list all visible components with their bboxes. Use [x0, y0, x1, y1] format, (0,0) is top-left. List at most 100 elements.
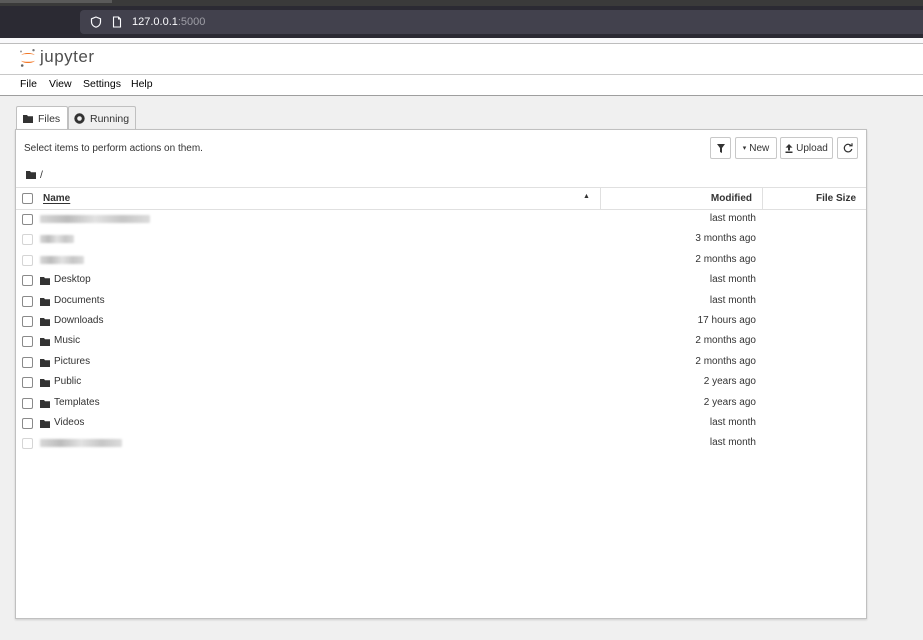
address-bar[interactable]: 127.0.0.1:5000: [80, 10, 923, 34]
file-modified: 2 months ago: [695, 335, 756, 347]
file-modified: last month: [709, 294, 756, 306]
file-row[interactable]: Pictures 2 months ago: [16, 352, 866, 372]
file-modified: 2 months ago: [695, 355, 756, 367]
page-icon: [112, 16, 122, 28]
file-row[interactable]: Desktop last month: [16, 270, 866, 290]
upload-button-label: Upload: [796, 142, 828, 154]
file-modified: last month: [709, 274, 756, 286]
row-checkbox[interactable]: [22, 316, 33, 327]
breadcrumb-root[interactable]: /: [40, 169, 43, 181]
file-row[interactable]: Downloads 17 hours ago: [16, 311, 866, 331]
app-header: jupyter: [0, 44, 923, 75]
tab-files[interactable]: Files: [16, 106, 68, 131]
redacted-filename[interactable]: [40, 255, 84, 264]
folder-icon: [40, 399, 50, 408]
tab-running[interactable]: Running: [68, 106, 136, 130]
caret-down-icon: ▾: [742, 145, 747, 152]
sort-arrow-icon[interactable]: ▲: [583, 193, 590, 200]
browser-tab-indicator: [0, 0, 112, 3]
column-divider[interactable]: [762, 188, 763, 209]
upload-icon: [785, 143, 793, 153]
tab-running-label: Running: [90, 113, 130, 125]
row-checkbox[interactable]: [22, 295, 33, 307]
file-name[interactable]: Music: [54, 335, 80, 346]
file-modified: last month: [709, 213, 756, 224]
row-checkbox[interactable]: [22, 275, 33, 287]
row-checkbox[interactable]: [22, 336, 33, 348]
file-row[interactable]: 2 months ago: [16, 250, 866, 270]
file-row[interactable]: Public 2 years ago: [16, 372, 866, 392]
file-row[interactable]: 3 months ago: [16, 229, 866, 249]
file-name[interactable]: Videos: [54, 417, 84, 428]
row-checkbox[interactable]: [22, 356, 33, 368]
new-button[interactable]: ▾ New: [735, 137, 777, 159]
file-row[interactable]: last month: [16, 209, 866, 229]
filter-button[interactable]: [710, 137, 731, 159]
menu-file[interactable]: File: [20, 78, 37, 90]
redacted-filename[interactable]: [40, 215, 150, 223]
file-modified: 2 years ago: [703, 376, 756, 388]
column-divider[interactable]: [600, 188, 601, 209]
file-name[interactable]: Public: [54, 376, 81, 387]
column-modified[interactable]: Modified: [711, 193, 752, 204]
row-checkbox[interactable]: [22, 418, 33, 429]
file-name[interactable]: Templates: [54, 397, 100, 408]
row-checkbox[interactable]: [22, 234, 33, 246]
url-text[interactable]: 127.0.0.1:5000: [132, 15, 205, 29]
file-name[interactable]: Downloads: [54, 315, 103, 326]
file-row[interactable]: Videos last month: [16, 413, 866, 433]
file-modified: last month: [709, 417, 756, 428]
running-icon: [74, 113, 85, 124]
menu-bar: File View Settings Help: [0, 75, 923, 96]
folder-icon: [40, 277, 50, 286]
filter-icon: [716, 143, 725, 153]
column-name[interactable]: Name: [43, 193, 70, 204]
selection-hint: Select items to perform actions on them.: [24, 143, 203, 154]
new-button-label: New: [749, 142, 770, 154]
file-modified: 2 months ago: [695, 253, 756, 265]
app-logo-text: jupyter: [40, 47, 95, 66]
column-file-size[interactable]: File Size: [816, 193, 856, 204]
folder-icon: [40, 297, 50, 306]
file-row[interactable]: Documents last month: [16, 291, 866, 311]
url-port: :5000: [177, 16, 206, 28]
file-name[interactable]: Documents: [54, 295, 105, 306]
folder-icon: [40, 358, 50, 367]
refresh-button[interactable]: [837, 137, 858, 159]
shield-icon[interactable]: [90, 16, 102, 28]
row-checkbox[interactable]: [22, 254, 33, 266]
folder-icon: [40, 420, 50, 428]
jupyter-logo-icon[interactable]: [18, 48, 38, 68]
file-list-header: Name ▲ Modified File Size: [16, 187, 866, 210]
row-checkbox[interactable]: [22, 438, 33, 450]
file-name[interactable]: Pictures: [54, 356, 90, 367]
menu-help[interactable]: Help: [131, 78, 153, 90]
file-row[interactable]: Music 2 months ago: [16, 331, 866, 351]
redacted-filename[interactable]: [40, 439, 122, 448]
file-modified: 3 months ago: [695, 233, 756, 245]
file-row[interactable]: last month: [16, 433, 866, 453]
redacted-filename[interactable]: [40, 235, 74, 244]
folder-icon: [26, 171, 36, 179]
file-modified: 17 hours ago: [697, 315, 756, 326]
folder-icon: [40, 379, 50, 388]
folder-icon: [40, 338, 50, 347]
refresh-icon: [843, 143, 853, 153]
menu-view[interactable]: View: [49, 78, 72, 90]
select-all-checkbox[interactable]: [22, 193, 33, 204]
file-modified: last month: [709, 437, 756, 449]
url-host: 127.0.0.1: [132, 16, 178, 28]
file-browser-panel: Select items to perform actions on them.…: [15, 129, 867, 619]
file-name[interactable]: Desktop: [54, 274, 91, 285]
folder-icon: [23, 115, 33, 123]
row-checkbox[interactable]: [22, 377, 33, 389]
breadcrumb[interactable]: /: [26, 169, 43, 181]
file-modified: 2 years ago: [703, 396, 756, 408]
browser-toolbar: 127.0.0.1:5000: [0, 6, 923, 38]
folder-icon: [40, 318, 50, 326]
row-checkbox[interactable]: [22, 214, 33, 225]
row-checkbox[interactable]: [22, 397, 33, 409]
file-row[interactable]: Templates 2 years ago: [16, 393, 866, 413]
upload-button[interactable]: Upload: [780, 137, 833, 159]
menu-settings[interactable]: Settings: [83, 78, 121, 90]
